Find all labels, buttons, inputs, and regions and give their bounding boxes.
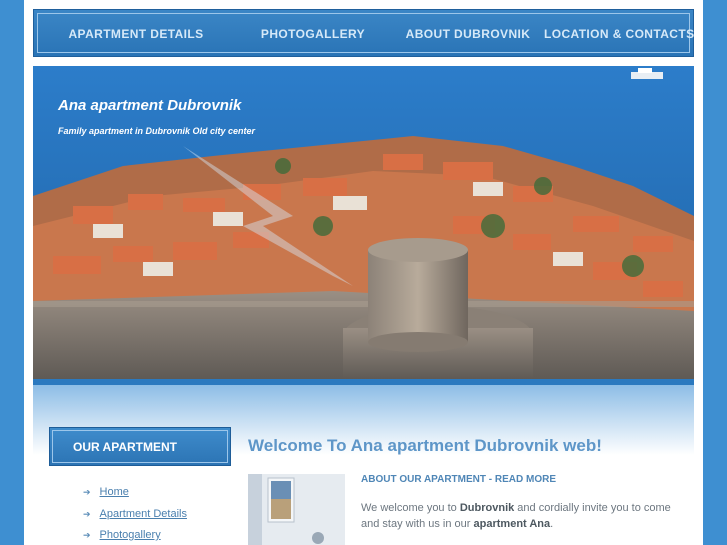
sidebar-menu: ➔ Home ➔ Apartment Details ➔ Photogallery	[83, 486, 187, 545]
sidebar-item-apartment-details: ➔ Apartment Details	[83, 508, 187, 530]
intro-text-3: .	[550, 518, 554, 530]
hero-title: Ana apartment Dubrovnik	[58, 97, 242, 114]
apartment-photo-image	[248, 474, 345, 545]
intro-bold-dubrovnik: Dubrovnik	[459, 502, 515, 514]
welcome-heading: Welcome To Ana apartment Dubrovnik web!	[248, 436, 602, 455]
intro-bold-apartment: apartment Ana	[473, 518, 551, 530]
read-more-link[interactable]: ABOUT OUR APARTMENT - READ MORE	[361, 474, 556, 485]
intro-paragraph: We welcome you to Dubrovnik and cordiall…	[361, 500, 681, 532]
arrow-right-icon: ➔	[83, 508, 91, 519]
sidebar-heading: OUR APARTMENT	[73, 440, 177, 454]
nav-apartment-details[interactable]: APARTMENT DETAILS	[56, 14, 216, 54]
nav-location-contacts[interactable]: LOCATION & CONTACTS	[544, 14, 694, 54]
top-navigation: APARTMENT DETAILS PHOTOGALLERY ABOUT DUB…	[33, 9, 694, 57]
nav-frame: APARTMENT DETAILS PHOTOGALLERY ABOUT DUB…	[37, 13, 694, 54]
apartment-thumbnail[interactable]	[248, 474, 345, 545]
hero-subtitle: Family apartment in Dubrovnik Old city c…	[58, 126, 256, 136]
sidebar-link-home[interactable]: Home	[100, 486, 129, 498]
nav-photogallery[interactable]: PHOTOGALLERY	[238, 14, 388, 54]
sidebar-link-apartment-details[interactable]: Apartment Details	[100, 508, 187, 520]
nav-about-dubrovnik[interactable]: ABOUT DUBROVNIK	[398, 14, 538, 54]
sidebar-item-home: ➔ Home	[83, 486, 187, 508]
sidebar-item-photogallery: ➔ Photogallery	[83, 529, 187, 545]
sidebar-link-photogallery[interactable]: Photogallery	[100, 529, 161, 541]
arrow-right-icon: ➔	[83, 530, 91, 540]
arrow-right-icon: ➔	[83, 487, 91, 497]
sidebar-heading-frame: OUR APARTMENT	[52, 430, 228, 463]
hero-banner: Ana apartment Dubrovnik Family apartment…	[33, 66, 694, 379]
sidebar-heading-box: OUR APARTMENT	[49, 427, 231, 466]
intro-text-1: We welcome you to	[361, 502, 460, 514]
